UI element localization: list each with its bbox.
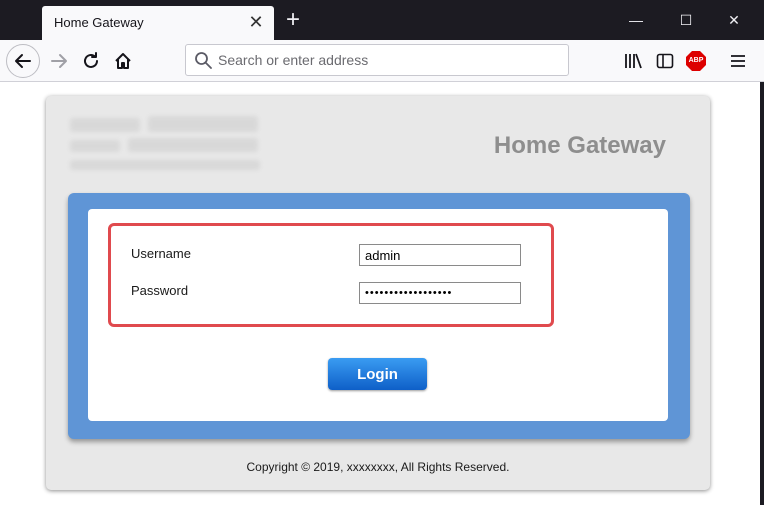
browser-window: Home Gateway ✕ + — ☐ ✕ ABP (0, 0, 764, 505)
back-icon (15, 54, 31, 68)
sidebar-button[interactable] (650, 46, 680, 76)
gateway-login-frame: Home Gateway Username Password Login Cop… (46, 96, 710, 490)
reload-button[interactable] (76, 46, 106, 76)
window-edge (760, 82, 764, 505)
username-field[interactable] (359, 244, 521, 266)
copyright-text: Copyright © 2019, xxxxxxxx, All Rights R… (246, 460, 510, 474)
tab-home-gateway[interactable]: Home Gateway ✕ (42, 6, 274, 40)
password-field[interactable] (359, 282, 521, 304)
login-card: Username Password Login (88, 209, 668, 421)
reload-icon (84, 52, 98, 68)
close-window-button[interactable]: ✕ (719, 8, 749, 32)
address-bar[interactable] (185, 44, 569, 76)
nav-toolbar: ABP (0, 40, 764, 82)
new-tab-button[interactable]: + (280, 8, 306, 34)
sidebar-icon (656, 53, 674, 69)
blurred-logo (68, 114, 266, 174)
username-label: Username (131, 246, 191, 261)
credentials-highlight-box: Username Password (108, 223, 554, 327)
page-viewport: Home Gateway Username Password Login Cop… (0, 82, 760, 505)
tab-title: Home Gateway (54, 15, 144, 30)
library-icon (625, 53, 642, 69)
address-input[interactable] (218, 50, 558, 70)
forward-button[interactable] (44, 46, 74, 76)
menu-icon (731, 55, 745, 67)
minimize-button[interactable]: — (621, 8, 651, 32)
password-label: Password (131, 283, 189, 298)
maximize-button[interactable]: ☐ (671, 8, 701, 32)
home-button[interactable] (108, 46, 138, 76)
back-button[interactable] (6, 44, 40, 78)
adblock-icon[interactable]: ABP (686, 51, 706, 71)
page-title: Home Gateway (493, 132, 666, 159)
home-icon (115, 53, 131, 69)
search-icon (195, 52, 212, 69)
tab-strip: Home Gateway ✕ + — ☐ ✕ (0, 0, 764, 40)
menu-button[interactable] (723, 46, 753, 76)
tab-close-icon[interactable]: ✕ (246, 12, 266, 32)
library-button[interactable] (618, 46, 648, 76)
login-button[interactable]: Login (328, 358, 427, 390)
login-panel: Username Password Login (68, 193, 690, 439)
forward-icon (51, 54, 67, 68)
